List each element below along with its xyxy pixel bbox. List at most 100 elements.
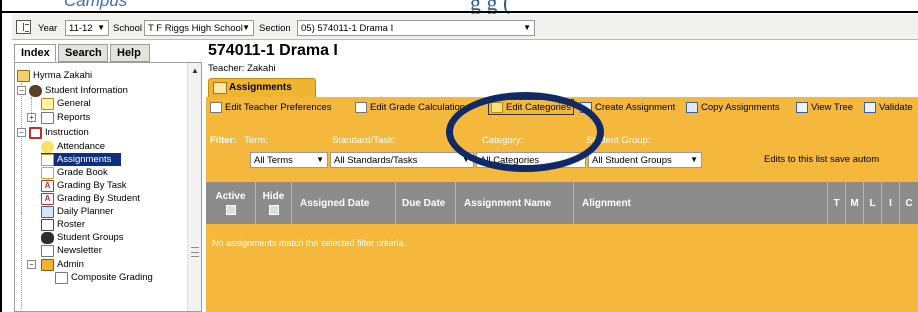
sidebar-item-grading-by-task[interactable]: A Grading By Task [41,179,127,192]
chevron-down-icon: ▼ [690,155,698,164]
teacher-label: Teacher: Zakahi [208,63,276,74]
section-label: Section [259,23,291,34]
school-select[interactable]: T F Riggs High School ▼ [144,20,254,36]
column-c[interactable]: C [900,182,918,224]
pencil-icon [210,101,222,113]
year-value: 11-12 [69,23,93,34]
column-due-date[interactable]: Due Date [396,182,456,224]
context-bar: Year 11-12 ▼ School T F Riggs High School… [12,14,918,40]
scroll-grip-icon[interactable] [191,247,199,257]
section-value: 05) 574011-1 Drama I [301,23,394,34]
sidebar-item-label: Assignments [57,154,112,165]
sidebar-item-newsletter[interactable]: Newsletter [41,244,102,257]
tree-line [21,213,22,309]
filter-label: Filter: [210,135,237,146]
grade-a-icon: A [41,192,54,205]
copy-icon [686,101,698,113]
column-t[interactable]: T [828,182,846,224]
highlight-annotation-ellipse [446,92,604,172]
standard-task-select[interactable]: All Standards/Tasks ▼ [330,152,474,168]
empty-state-message: No assignments match the selected filter… [212,238,407,248]
section-select[interactable]: 05) 574011-1 Drama I ▼ [297,20,535,36]
button-label: Copy Assignments [701,101,780,113]
screenshot-frame: Campus g g ( Year 11-12 ▼ School T F Rigg… [0,0,918,312]
sidebar-item-attendance[interactable]: Attendance [41,140,105,153]
sidebar-item-label: Roster [57,219,85,230]
sidebar-item-grade-book[interactable]: Grade Book [41,166,108,179]
newsletter-icon [41,244,54,257]
edit-teacher-preferences-button[interactable]: Edit Teacher Preferences [210,99,332,115]
chevron-down-icon: ▼ [316,155,324,164]
collapse-icon[interactable]: − [27,260,36,269]
sidebar-item-label: Attendance [57,141,106,152]
edit-grade-calculations-button[interactable]: Edit Grade Calculations [355,99,470,115]
sidebar-item-student[interactable]: Hyrma Zakahi [17,69,92,82]
column-m[interactable]: M [846,182,864,224]
tab-index[interactable]: Index [14,44,56,62]
chevron-down-icon: ▼ [523,23,531,32]
tab-assignments[interactable]: Assignments [208,78,316,97]
pencil-icon [355,101,367,113]
student-group-select[interactable]: All Student Groups ▼ [588,152,702,168]
collapse-icon[interactable]: − [17,128,26,137]
tree-line [21,83,22,213]
active-checkbox[interactable] [225,205,236,215]
sidebar-item-label: Reports [57,112,91,123]
hide-checkbox[interactable] [268,205,279,215]
validate-button[interactable]: Validate [864,99,913,115]
tree-icon [796,101,808,113]
sidebar-item-student-information[interactable]: Student Information [29,84,128,97]
button-label: Edit Grade Calculations [370,101,470,113]
attendance-icon [41,140,54,153]
view-tree-button[interactable]: View Tree [796,99,853,115]
sidebar-item-label: Instruction [45,127,89,138]
tab-help[interactable]: Help [110,44,150,62]
sidebar-item-student-groups[interactable]: Student Groups [41,231,124,244]
collapse-icon[interactable]: − [17,86,26,95]
expand-icon[interactable]: + [27,113,36,122]
sidebar-item-label: Grading By Task [57,180,127,191]
sidebar-item-reports[interactable]: Reports [41,111,90,124]
sidebar-item-composite-grading[interactable]: Composite Grading [55,271,153,284]
sidebar-item-general[interactable]: General [41,97,91,110]
sidebar-item-daily-planner[interactable]: Daily Planner [41,205,114,218]
campus-logo: Campus [64,0,128,10]
sidebar-item-label: Admin [57,259,84,270]
school-label: School [113,23,143,34]
page-title: 574011-1 Drama I [208,42,338,59]
left-border [0,0,2,312]
sidebar-item-instruction[interactable]: Instruction [29,126,89,139]
column-assigned-date[interactable]: Assigned Date [292,182,396,224]
year-label: Year [38,23,58,34]
sidebar-item-grading-by-student[interactable]: A Grading By Student [41,192,140,205]
column-hide[interactable]: Hide [256,182,292,224]
sidebar-item-roster[interactable]: Roster [41,218,85,231]
tab-assignments-label: Assignments [229,82,292,93]
grade-a-icon: A [41,179,54,192]
sidebar-item-label: General [57,98,91,109]
tab-search[interactable]: Search [58,44,108,62]
button-label: View Tree [811,101,854,113]
column-l[interactable]: L [864,182,882,224]
column-label: Active [215,191,246,202]
standard-task-label: Standard/Task: [332,135,396,146]
button-label: Create Assignment [595,101,676,113]
sidebar-item-assignments[interactable]: Assignments [41,153,121,166]
column-alignment[interactable]: Alignment [574,182,828,224]
sidebar-item-label: Student Information [45,85,128,96]
scroll-up-icon[interactable]: ▲ [191,66,199,75]
school-value: T F Riggs High School [148,23,243,34]
year-select[interactable]: 11-12 ▼ [65,20,109,36]
term-value: All Terms [254,155,293,166]
copy-assignments-button[interactable]: Copy Assignments [686,99,780,115]
column-assignment-name[interactable]: Assignment Name [456,182,574,224]
toggle-sidebar-icon[interactable] [16,20,31,34]
column-i[interactable]: I [882,182,900,224]
term-select[interactable]: All Terms ▼ [250,152,328,168]
sidebar-item-admin[interactable]: Admin [41,258,84,271]
sidebar-item-label: Hyrma Zakahi [33,70,93,81]
assignments-icon [41,153,54,166]
column-active[interactable]: Active [206,182,256,224]
sidebar-scrollbar[interactable]: ▲ [187,63,201,311]
student-group-value: All Student Groups [592,155,672,166]
